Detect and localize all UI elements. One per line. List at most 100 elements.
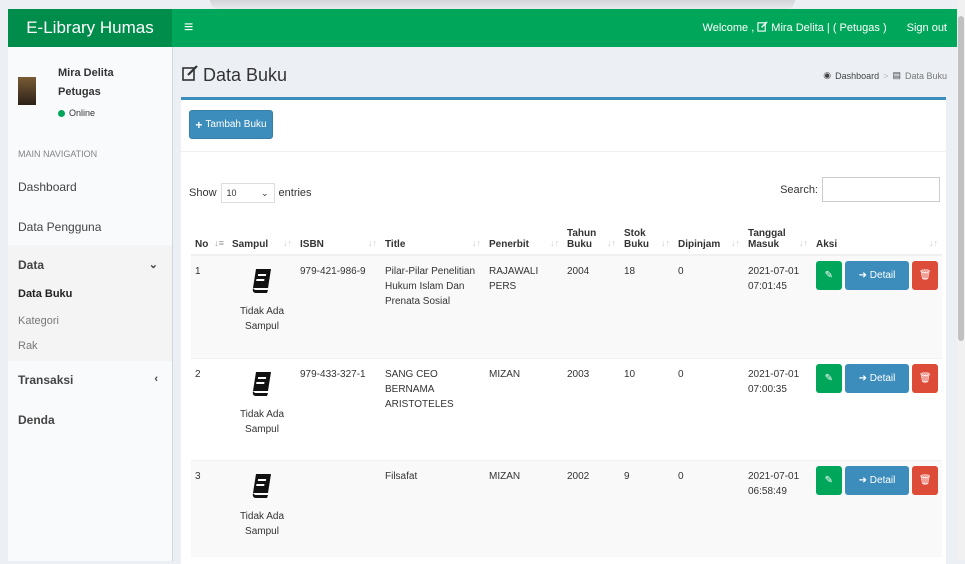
cell-title: Filsafat bbox=[381, 460, 485, 557]
breadcrumb-separator: > bbox=[883, 70, 889, 81]
scrollbar-thumb[interactable] bbox=[958, 16, 964, 341]
cell-isbn: 979-433-327-1 bbox=[296, 358, 381, 461]
cell-tahun: 2003 bbox=[563, 358, 620, 461]
cell-actions: ✎ ➜ Detail 🗑 bbox=[812, 254, 942, 359]
divider bbox=[181, 151, 946, 152]
col-header-no[interactable]: No ↓≡ bbox=[191, 213, 228, 256]
edit-profile-icon[interactable] bbox=[757, 21, 768, 35]
cell-penerbit: RAJAWALI PERS bbox=[485, 254, 563, 359]
signout-link[interactable]: Sign out bbox=[907, 22, 947, 34]
cell-title: Pilar-Pilar Penelitian Hukum Islam Dan P… bbox=[381, 254, 485, 359]
table-header-row: No ↓≡ Sampul ↓↑ ISBN ↓↑ Title ↓↑ Penerbit ↓↑ … bbox=[191, 213, 942, 256]
sort-icon: ↓≡ bbox=[214, 238, 224, 248]
sidebar-subitem-rak[interactable]: Rak bbox=[18, 340, 38, 352]
col-header-dipinjam[interactable]: Dipinjam ↓↑ bbox=[674, 213, 744, 256]
entries-value: 10 bbox=[226, 188, 237, 198]
table-row: 2 Tidak Ada Sampul 979-433-327-1 SANG CE… bbox=[191, 358, 942, 461]
edit-button[interactable]: ✎ bbox=[816, 466, 842, 495]
edit-icon: ✎ bbox=[824, 270, 833, 281]
sort-icon: ↓↑ bbox=[368, 238, 377, 248]
no-cover-text: Tidak Ada Sampul bbox=[239, 306, 285, 332]
sort-icon: ↓↑ bbox=[472, 238, 481, 248]
sidebar-item-data-pengguna[interactable]: Data Pengguna bbox=[8, 220, 172, 234]
add-book-label: Tambah Buku bbox=[205, 119, 267, 130]
dashboard-icon: ◉ bbox=[823, 70, 832, 80]
sign-in-icon: ➜ bbox=[858, 373, 868, 384]
edit-icon: ✎ bbox=[824, 475, 833, 486]
breadcrumb-current: Data Buku bbox=[904, 70, 947, 81]
book-icon bbox=[252, 372, 271, 396]
cell-title: SANG CEO BERNAMA ARISTOTELES bbox=[381, 358, 485, 461]
cell-actions: ✎ ➜ Detail 🗑 bbox=[812, 358, 942, 461]
books-table: No ↓≡ Sampul ↓↑ ISBN ↓↑ Title ↓↑ Penerbit ↓↑ … bbox=[191, 213, 942, 557]
sort-icon: ↓↑ bbox=[283, 238, 292, 248]
detail-button[interactable]: ➜ Detail bbox=[844, 466, 910, 495]
book-icon bbox=[252, 474, 271, 498]
welcome-text: Welcome , bbox=[702, 22, 755, 34]
search-input[interactable] bbox=[822, 177, 940, 202]
col-header-tanggal[interactable]: Tanggal Masuk ↓↑ bbox=[744, 213, 812, 256]
menu-toggle-icon[interactable]: ≡ bbox=[184, 19, 193, 37]
sort-icon: ↓↑ bbox=[799, 238, 808, 248]
edit-button[interactable]: ✎ bbox=[816, 364, 842, 393]
cell-no: 2 bbox=[191, 358, 228, 461]
sort-icon: ↓↑ bbox=[661, 238, 670, 248]
col-header-sampul[interactable]: Sampul ↓↑ bbox=[228, 213, 296, 256]
page-title: Data Buku bbox=[182, 65, 287, 86]
sidebar-item-dashboard[interactable]: Dashboard bbox=[8, 180, 172, 194]
col-header-isbn[interactable]: ISBN ↓↑ bbox=[296, 213, 381, 256]
no-cover-text: Tidak Ada Sampul bbox=[239, 511, 285, 537]
add-book-button[interactable]: + Tambah Buku bbox=[189, 110, 273, 139]
plus-icon: + bbox=[195, 117, 203, 132]
search-label: Search: bbox=[780, 184, 818, 196]
sidebar-item-data[interactable]: Data ⌄ bbox=[8, 258, 172, 272]
welcome-user[interactable]: Mira Delita | ( Petugas ) bbox=[771, 22, 886, 34]
no-cover-text: Tidak Ada Sampul bbox=[239, 409, 285, 435]
detail-button[interactable]: ➜ Detail bbox=[844, 261, 910, 290]
edit-button[interactable]: ✎ bbox=[816, 261, 842, 290]
cell-no: 3 bbox=[191, 460, 228, 557]
delete-button[interactable]: 🗑 bbox=[912, 364, 938, 393]
col-header-title[interactable]: Title ↓↑ bbox=[381, 213, 485, 256]
sort-icon: ↓↑ bbox=[929, 238, 938, 248]
edit-icon: ✎ bbox=[824, 373, 833, 384]
entries-control: Show 10 ⌄ entries bbox=[189, 183, 312, 203]
col-header-stok[interactable]: Stok Buku ↓↑ bbox=[620, 213, 674, 256]
chevron-down-icon: ⌄ bbox=[148, 259, 158, 271]
trash-icon: 🗑 bbox=[918, 373, 932, 384]
cell-tahun: 2002 bbox=[563, 460, 620, 557]
sidebar-subitem-kategori[interactable]: Kategori bbox=[18, 315, 59, 327]
delete-button[interactable]: 🗑 bbox=[912, 261, 938, 290]
cell-tahun: 2004 bbox=[563, 254, 620, 359]
edit-icon bbox=[182, 65, 198, 86]
col-header-aksi[interactable]: Aksi ↓↑ bbox=[812, 213, 942, 256]
file-icon: ▤ bbox=[892, 70, 901, 80]
sidebar-item-transaksi[interactable]: Transaksi ‹ bbox=[8, 373, 172, 387]
col-header-tahun[interactable]: Tahun Buku ↓↑ bbox=[563, 213, 620, 256]
cell-no: 1 bbox=[191, 254, 228, 359]
delete-button[interactable]: 🗑 bbox=[912, 466, 938, 495]
sidebar-item-data-label: Data bbox=[18, 258, 45, 272]
cell-dipinjam: 0 bbox=[674, 254, 744, 359]
online-dot-icon bbox=[58, 109, 65, 117]
cell-tanggal: 2021-07-01 07:01:45 bbox=[744, 254, 812, 359]
sidebar-subitem-data-buku[interactable]: Data Buku bbox=[18, 288, 72, 300]
cell-tanggal: 2021-07-01 07:00:35 bbox=[744, 358, 812, 461]
top-navbar: E-Library Humas ≡ Welcome , Mira Delita … bbox=[8, 9, 957, 47]
user-menu: Welcome , Mira Delita | ( Petugas ) Sign… bbox=[703, 21, 957, 35]
trash-icon: 🗑 bbox=[918, 475, 932, 486]
detail-button[interactable]: ➜ Detail bbox=[844, 364, 910, 393]
sign-in-icon: ➜ bbox=[858, 475, 868, 486]
cell-stok: 9 bbox=[620, 460, 674, 557]
sidebar-item-transaksi-label: Transaksi bbox=[18, 373, 74, 387]
app-logo[interactable]: E-Library Humas bbox=[8, 9, 172, 47]
col-header-penerbit[interactable]: Penerbit ↓↑ bbox=[485, 213, 563, 256]
sidebar-item-denda[interactable]: Denda bbox=[8, 413, 172, 427]
breadcrumb-dashboard[interactable]: Dashboard bbox=[835, 71, 879, 81]
breadcrumb: ◉ Dashboard > ▤ Data Buku bbox=[823, 70, 947, 81]
data-box: + Tambah Buku Show 10 ⌄ entries Search: … bbox=[181, 97, 946, 564]
cell-dipinjam: 0 bbox=[674, 460, 744, 557]
trash-icon: 🗑 bbox=[918, 270, 932, 281]
page-scrollbar[interactable] bbox=[957, 0, 965, 561]
entries-select[interactable]: 10 ⌄ bbox=[220, 183, 275, 203]
